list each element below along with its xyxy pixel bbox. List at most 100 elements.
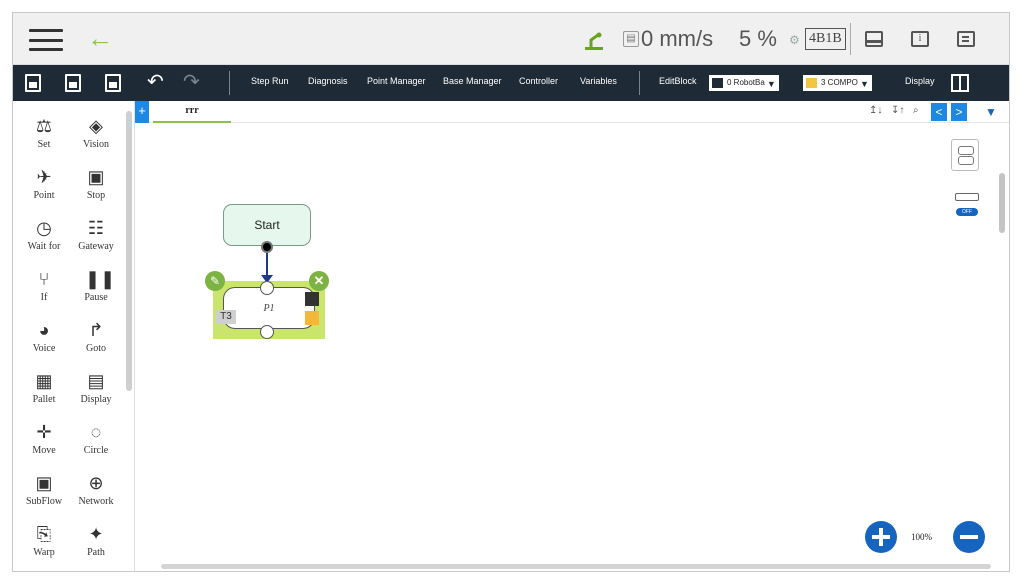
speed-readout: 0 mm/s bbox=[641, 26, 714, 51]
palette-item-network[interactable]: ⊕ Network bbox=[69, 468, 123, 518]
flow-tab-bar: + rrr ↥↓ ↧↑ ⌕ < > ▼ bbox=[135, 101, 1009, 123]
chevron-down-icon[interactable]: ▼ bbox=[985, 105, 997, 119]
new-file-icon[interactable] bbox=[25, 74, 41, 92]
edit-icon[interactable]: ✎ bbox=[205, 271, 225, 291]
speed-icon: ▤ bbox=[623, 31, 639, 47]
palette-item-point[interactable]: ✈ Point bbox=[17, 162, 71, 212]
base-manager-menu[interactable]: Base Manager bbox=[443, 76, 502, 86]
scroll-thumb[interactable] bbox=[999, 173, 1005, 233]
vision-icon: ◈ bbox=[89, 116, 103, 136]
palette-item-label: Circle bbox=[83, 445, 109, 456]
network-icon: ⊕ bbox=[88, 473, 104, 493]
palette-item-voice[interactable]: ◕ Voice bbox=[17, 315, 71, 365]
palette-item-label: Vision bbox=[82, 139, 110, 150]
subflow-icon: ▣ bbox=[35, 473, 53, 493]
point-node-label: P1 bbox=[263, 303, 275, 314]
palette-item-wait-for[interactable]: ◷ Wait for bbox=[17, 213, 71, 263]
auto-align-toggle[interactable]: OFF bbox=[953, 191, 981, 221]
controller-menu[interactable]: Controller bbox=[519, 76, 558, 86]
palette-item-move[interactable]: ✛ Move bbox=[17, 417, 71, 467]
palette-item-label: SubFlow bbox=[25, 496, 63, 507]
status-bar: ← ▤ 0 mm/s 5 % ⚙ 4B1B i bbox=[13, 13, 1009, 65]
info-icon[interactable]: i bbox=[911, 31, 929, 47]
pallet-icon: ▦ bbox=[35, 371, 53, 391]
clock-icon: ◷ bbox=[36, 218, 52, 238]
palette-item-vision[interactable]: ◈ Vision bbox=[69, 111, 123, 161]
align-icon bbox=[955, 193, 979, 201]
redo-icon[interactable]: ↷ bbox=[183, 71, 200, 93]
zoom-out-button[interactable] bbox=[953, 521, 985, 553]
close-icon[interactable]: ✕ bbox=[309, 271, 329, 291]
app-window: ← ▤ 0 mm/s 5 % ⚙ 4B1B i ↶ ↷ Step Run Dia… bbox=[12, 12, 1010, 572]
palette-item-label: Warp bbox=[33, 547, 55, 558]
palette-item-pause[interactable]: ❚❚ Pause bbox=[69, 264, 123, 314]
circle-icon: ◌ bbox=[90, 422, 102, 442]
move-icon: ✛ bbox=[36, 422, 52, 442]
undo-icon[interactable]: ↶ bbox=[147, 71, 164, 93]
robot-code-badge[interactable]: 4B1B bbox=[805, 28, 846, 50]
gear-icon: ⚙ bbox=[789, 33, 800, 47]
scroll-thumb[interactable] bbox=[161, 564, 991, 569]
palette-item-label: If bbox=[40, 292, 48, 303]
output-port[interactable] bbox=[261, 241, 273, 253]
stop-icon: ▣ bbox=[87, 167, 105, 187]
device-icon[interactable] bbox=[865, 31, 883, 47]
palette-item-if[interactable]: ⑂ If bbox=[17, 264, 71, 314]
save-file-icon[interactable] bbox=[105, 74, 121, 92]
palette-scrollbar[interactable] bbox=[126, 111, 132, 391]
speed-percent[interactable]: 5 % bbox=[739, 27, 777, 51]
palette-item-circle[interactable]: ◌ Circle bbox=[69, 417, 123, 467]
open-file-icon[interactable] bbox=[65, 74, 81, 92]
image-icon bbox=[305, 292, 319, 306]
tool-value: 3 COMPO bbox=[821, 78, 858, 87]
display-menu[interactable]: Display bbox=[905, 76, 935, 86]
point-manager-menu[interactable]: Point Manager bbox=[367, 76, 426, 86]
diagnosis-menu[interactable]: Diagnosis bbox=[308, 76, 348, 86]
next-button[interactable]: > bbox=[951, 103, 967, 121]
input-port[interactable] bbox=[260, 281, 274, 295]
search-icon[interactable]: ⌕ bbox=[913, 105, 919, 116]
palette-item-gateway[interactable]: ☷ Gateway bbox=[69, 213, 123, 263]
palette-item-pallet[interactable]: ▦ Pallet bbox=[17, 366, 71, 416]
palette-item-goto[interactable]: ↱ Goto bbox=[69, 315, 123, 365]
palette-item-set[interactable]: ⚖ Set bbox=[17, 111, 71, 161]
start-node[interactable]: Start bbox=[223, 204, 311, 246]
layout-toggle-button[interactable] bbox=[951, 139, 979, 171]
palette-item-subflow[interactable]: ▣ SubFlow bbox=[17, 468, 71, 518]
sort-asc-icon[interactable]: ↥↓ bbox=[869, 105, 882, 116]
palette-item-warp[interactable]: ⎘ Warp bbox=[17, 519, 71, 569]
base-icon bbox=[712, 78, 723, 88]
sort-desc-icon[interactable]: ↧↑ bbox=[891, 105, 904, 116]
palette-item-label: Point bbox=[33, 190, 55, 201]
zoom-in-button[interactable] bbox=[865, 521, 897, 553]
palette-item-label: Network bbox=[78, 496, 114, 507]
menu-icon[interactable] bbox=[29, 29, 63, 51]
palette-item-path[interactable]: ✦ Path bbox=[69, 519, 123, 569]
document-icon[interactable] bbox=[957, 31, 975, 47]
flow-canvas[interactable] bbox=[135, 123, 995, 563]
horizontal-scrollbar[interactable] bbox=[149, 562, 997, 570]
tool-select[interactable]: 3 COMPO ▼ bbox=[803, 75, 872, 91]
palette-item-label: Move bbox=[32, 445, 56, 456]
add-tab-button[interactable]: + bbox=[135, 101, 149, 123]
prev-button[interactable]: < bbox=[931, 103, 947, 121]
palette-item-label: Set bbox=[37, 139, 51, 150]
step-run-menu[interactable]: Step Run bbox=[251, 76, 289, 86]
toggle-switch[interactable]: OFF bbox=[956, 208, 978, 216]
edit-block-menu[interactable]: EditBlock bbox=[659, 76, 697, 86]
back-arrow-icon[interactable]: ← bbox=[87, 25, 113, 51]
palette-item-label: Pallet bbox=[32, 394, 56, 405]
palette-item-label: Voice bbox=[32, 343, 56, 354]
palette-item-label: Pause bbox=[84, 292, 108, 303]
divider bbox=[639, 71, 640, 95]
palette-item-display[interactable]: ▤ Display bbox=[69, 366, 123, 416]
vertical-scrollbar[interactable] bbox=[997, 123, 1007, 563]
tab-rrr[interactable]: rrr bbox=[153, 101, 231, 123]
palette-item-label: Path bbox=[87, 547, 105, 558]
node-palette: ⚖ Set ◈ Vision ✈ Point ▣ Stop ◷ Wait for ☷ Gateway ⑂… bbox=[13, 101, 135, 571]
palette-item-stop[interactable]: ▣ Stop bbox=[69, 162, 123, 212]
robot-base-select[interactable]: 0 RobotBa ▼ bbox=[709, 75, 779, 91]
output-port[interactable] bbox=[260, 325, 274, 339]
variables-menu[interactable]: Variables bbox=[580, 76, 617, 86]
layout-icon[interactable] bbox=[951, 74, 969, 92]
